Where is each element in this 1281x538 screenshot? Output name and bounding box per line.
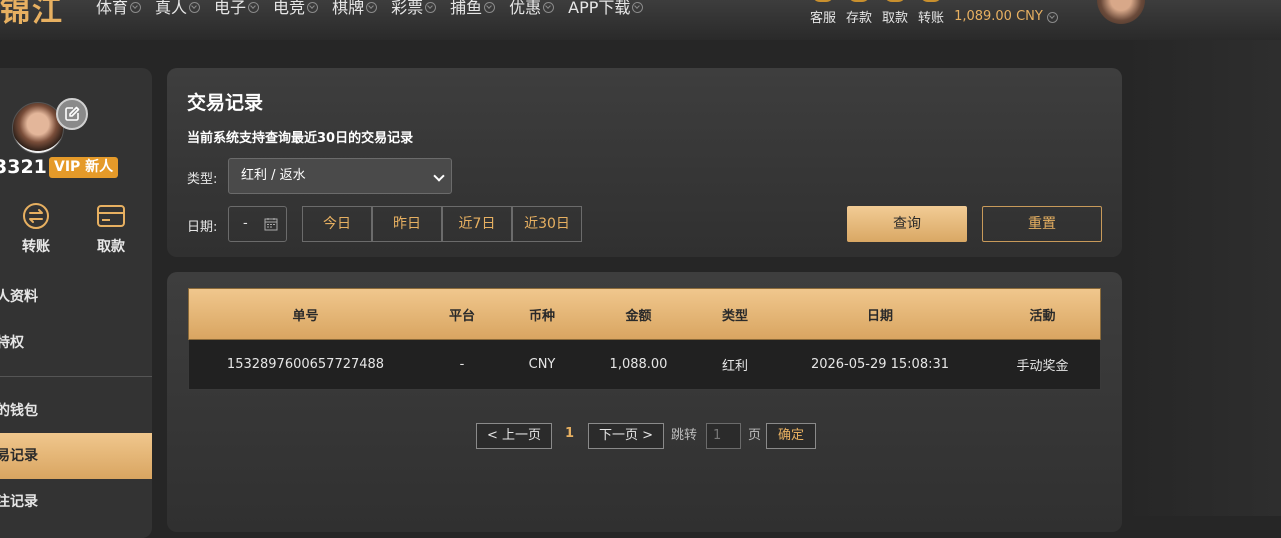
page-subtitle: 当前系统支持查询最近30日的交易记录 <box>187 131 414 146</box>
jump-confirm-button[interactable]: 确定 <box>766 423 816 449</box>
cell-platform: - <box>459 357 465 372</box>
chevron-down-icon <box>543 1 555 13</box>
column-header-order-id: 单号 <box>292 308 319 324</box>
prev-page-button[interactable]: < 上一页 <box>476 423 552 449</box>
nav-item-esports[interactable]: 电竞 <box>273 0 319 18</box>
next-page-button[interactable]: 下一页 > <box>588 423 664 449</box>
cell-amount: 1,088.00 <box>609 357 668 372</box>
table-header: 单号 平台 币种 金额 类型 日期 活動 <box>188 288 1101 340</box>
sidebar-item-wallet[interactable]: 的钱包 <box>0 388 152 434</box>
top-header: 锦江 体育 真人 电子 电竞 棋牌 彩票 捕鱼 优惠 APP下载 客服 存款 取… <box>0 0 1281 40</box>
nav-item-slots[interactable]: 电子 <box>214 0 260 18</box>
current-page[interactable]: 1 <box>565 423 574 445</box>
type-label: 类型: <box>187 172 218 187</box>
chevron-down-icon <box>189 1 201 13</box>
date-range-input[interactable]: - <box>228 206 287 242</box>
site-logo[interactable]: 锦江 <box>0 0 64 30</box>
cell-activity: 手动奖金 <box>1016 359 1069 374</box>
chevron-down-icon <box>248 1 260 13</box>
query-button[interactable]: 查询 <box>847 206 967 242</box>
username: 3321 <box>0 156 47 178</box>
calendar-icon <box>264 218 278 231</box>
nav-item-live[interactable]: 真人 <box>155 0 201 18</box>
column-header-amount: 金额 <box>625 308 652 324</box>
cell-type: 红利 <box>721 359 748 374</box>
jump-page-input[interactable]: 1 <box>706 423 741 449</box>
column-header-currency: 币种 <box>528 308 555 324</box>
nav-item-app-download[interactable]: APP下载 <box>568 0 644 18</box>
transactions-table: 单号 平台 币种 金额 类型 日期 活動 1532897600657727488… <box>188 288 1101 390</box>
range-7days-button[interactable]: 近7日 <box>442 206 512 242</box>
main-nav: 体育 真人 电子 电竞 棋牌 彩票 捕鱼 优惠 APP下载 <box>96 0 657 18</box>
vip-badge: VIP 新人 <box>49 157 119 178</box>
page-background <box>0 40 1281 68</box>
column-header-type: 类型 <box>721 308 748 324</box>
chevron-down-icon <box>130 1 142 13</box>
range-today-button[interactable]: 今日 <box>302 206 372 242</box>
chevron-down-icon <box>425 1 437 13</box>
transfer-button[interactable]: 转账 <box>11 202 61 256</box>
chevron-down-icon <box>484 1 496 13</box>
withdraw-button[interactable]: 取款 <box>86 202 136 256</box>
link-transfer[interactable]: 转账 <box>918 7 944 26</box>
pagination: < 上一页 1 下一页 > 跳转 1 页 确定 <box>167 423 1122 449</box>
link-deposit[interactable]: 存款 <box>846 7 872 26</box>
sidebar-item-bets[interactable]: 注记录 <box>0 479 152 525</box>
nav-item-sports[interactable]: 体育 <box>96 0 142 18</box>
type-select[interactable]: 红利 / 返水 <box>228 158 452 194</box>
service-icon[interactable] <box>812 0 834 2</box>
nav-item-fishing[interactable]: 捕鱼 <box>450 0 496 18</box>
sidebar-item-profile[interactable]: 人资料 <box>0 274 152 320</box>
transfer-icon[interactable] <box>920 0 942 2</box>
range-30days-button[interactable]: 近30日 <box>512 206 582 242</box>
chevron-down-icon <box>307 1 319 13</box>
column-header-platform: 平台 <box>448 308 475 324</box>
reset-button[interactable]: 重置 <box>982 206 1102 242</box>
edit-icon <box>65 106 80 121</box>
nav-item-lottery[interactable]: 彩票 <box>391 0 437 18</box>
table-row: 1532897600657727488 - CNY 1,088.00 红利 20… <box>188 340 1101 390</box>
withdraw-icon[interactable] <box>884 0 906 2</box>
chevron-down-icon <box>433 170 445 182</box>
sidebar-item-transactions[interactable]: 易记录 <box>0 433 152 479</box>
chevron-down-icon <box>366 1 378 13</box>
transfer-icon <box>23 203 49 229</box>
filter-panel: 交易记录 当前系统支持查询最近30日的交易记录 类型: 红利 / 返水 日期: … <box>167 68 1122 257</box>
header-avatar[interactable] <box>1097 0 1145 24</box>
column-header-activity: 活動 <box>1029 308 1056 324</box>
quick-links: 客服 存款 取款 转账 1,089.00 CNY <box>810 7 1058 26</box>
link-withdraw[interactable]: 取款 <box>882 7 908 26</box>
page-background-right <box>1122 40 1281 516</box>
date-label: 日期: <box>187 220 218 235</box>
deposit-icon[interactable] <box>848 0 870 2</box>
page-title: 交易记录 <box>187 92 264 114</box>
refresh-balance-icon[interactable] <box>1046 12 1058 23</box>
cell-currency: CNY <box>528 357 556 372</box>
account-sidebar: 3321 VIP 新人 转账 取款 人资料 特权 的钱包 易记录 注记录 <box>0 68 152 538</box>
quick-link-icons <box>812 0 942 2</box>
balance-display: 1,089.00 CNY <box>954 9 1043 24</box>
results-panel: 单号 平台 币种 金额 类型 日期 活動 1532897600657727488… <box>167 272 1122 532</box>
sidebar-divider <box>0 376 152 377</box>
cell-date: 2026-05-29 15:08:31 <box>810 357 950 372</box>
card-icon <box>97 205 125 227</box>
jump-label: 跳转 <box>671 428 698 443</box>
cell-order-id: 1532897600657727488 <box>226 357 385 372</box>
nav-item-promotions[interactable]: 优惠 <box>509 0 555 18</box>
chevron-down-icon <box>632 1 644 13</box>
range-yesterday-button[interactable]: 昨日 <box>372 206 442 242</box>
link-customer-service[interactable]: 客服 <box>810 7 836 26</box>
column-header-date: 日期 <box>866 308 893 324</box>
edit-profile-button[interactable] <box>56 98 88 130</box>
sidebar-item-privileges[interactable]: 特权 <box>0 320 152 366</box>
nav-item-chess[interactable]: 棋牌 <box>332 0 378 18</box>
page-suffix: 页 <box>748 428 762 443</box>
